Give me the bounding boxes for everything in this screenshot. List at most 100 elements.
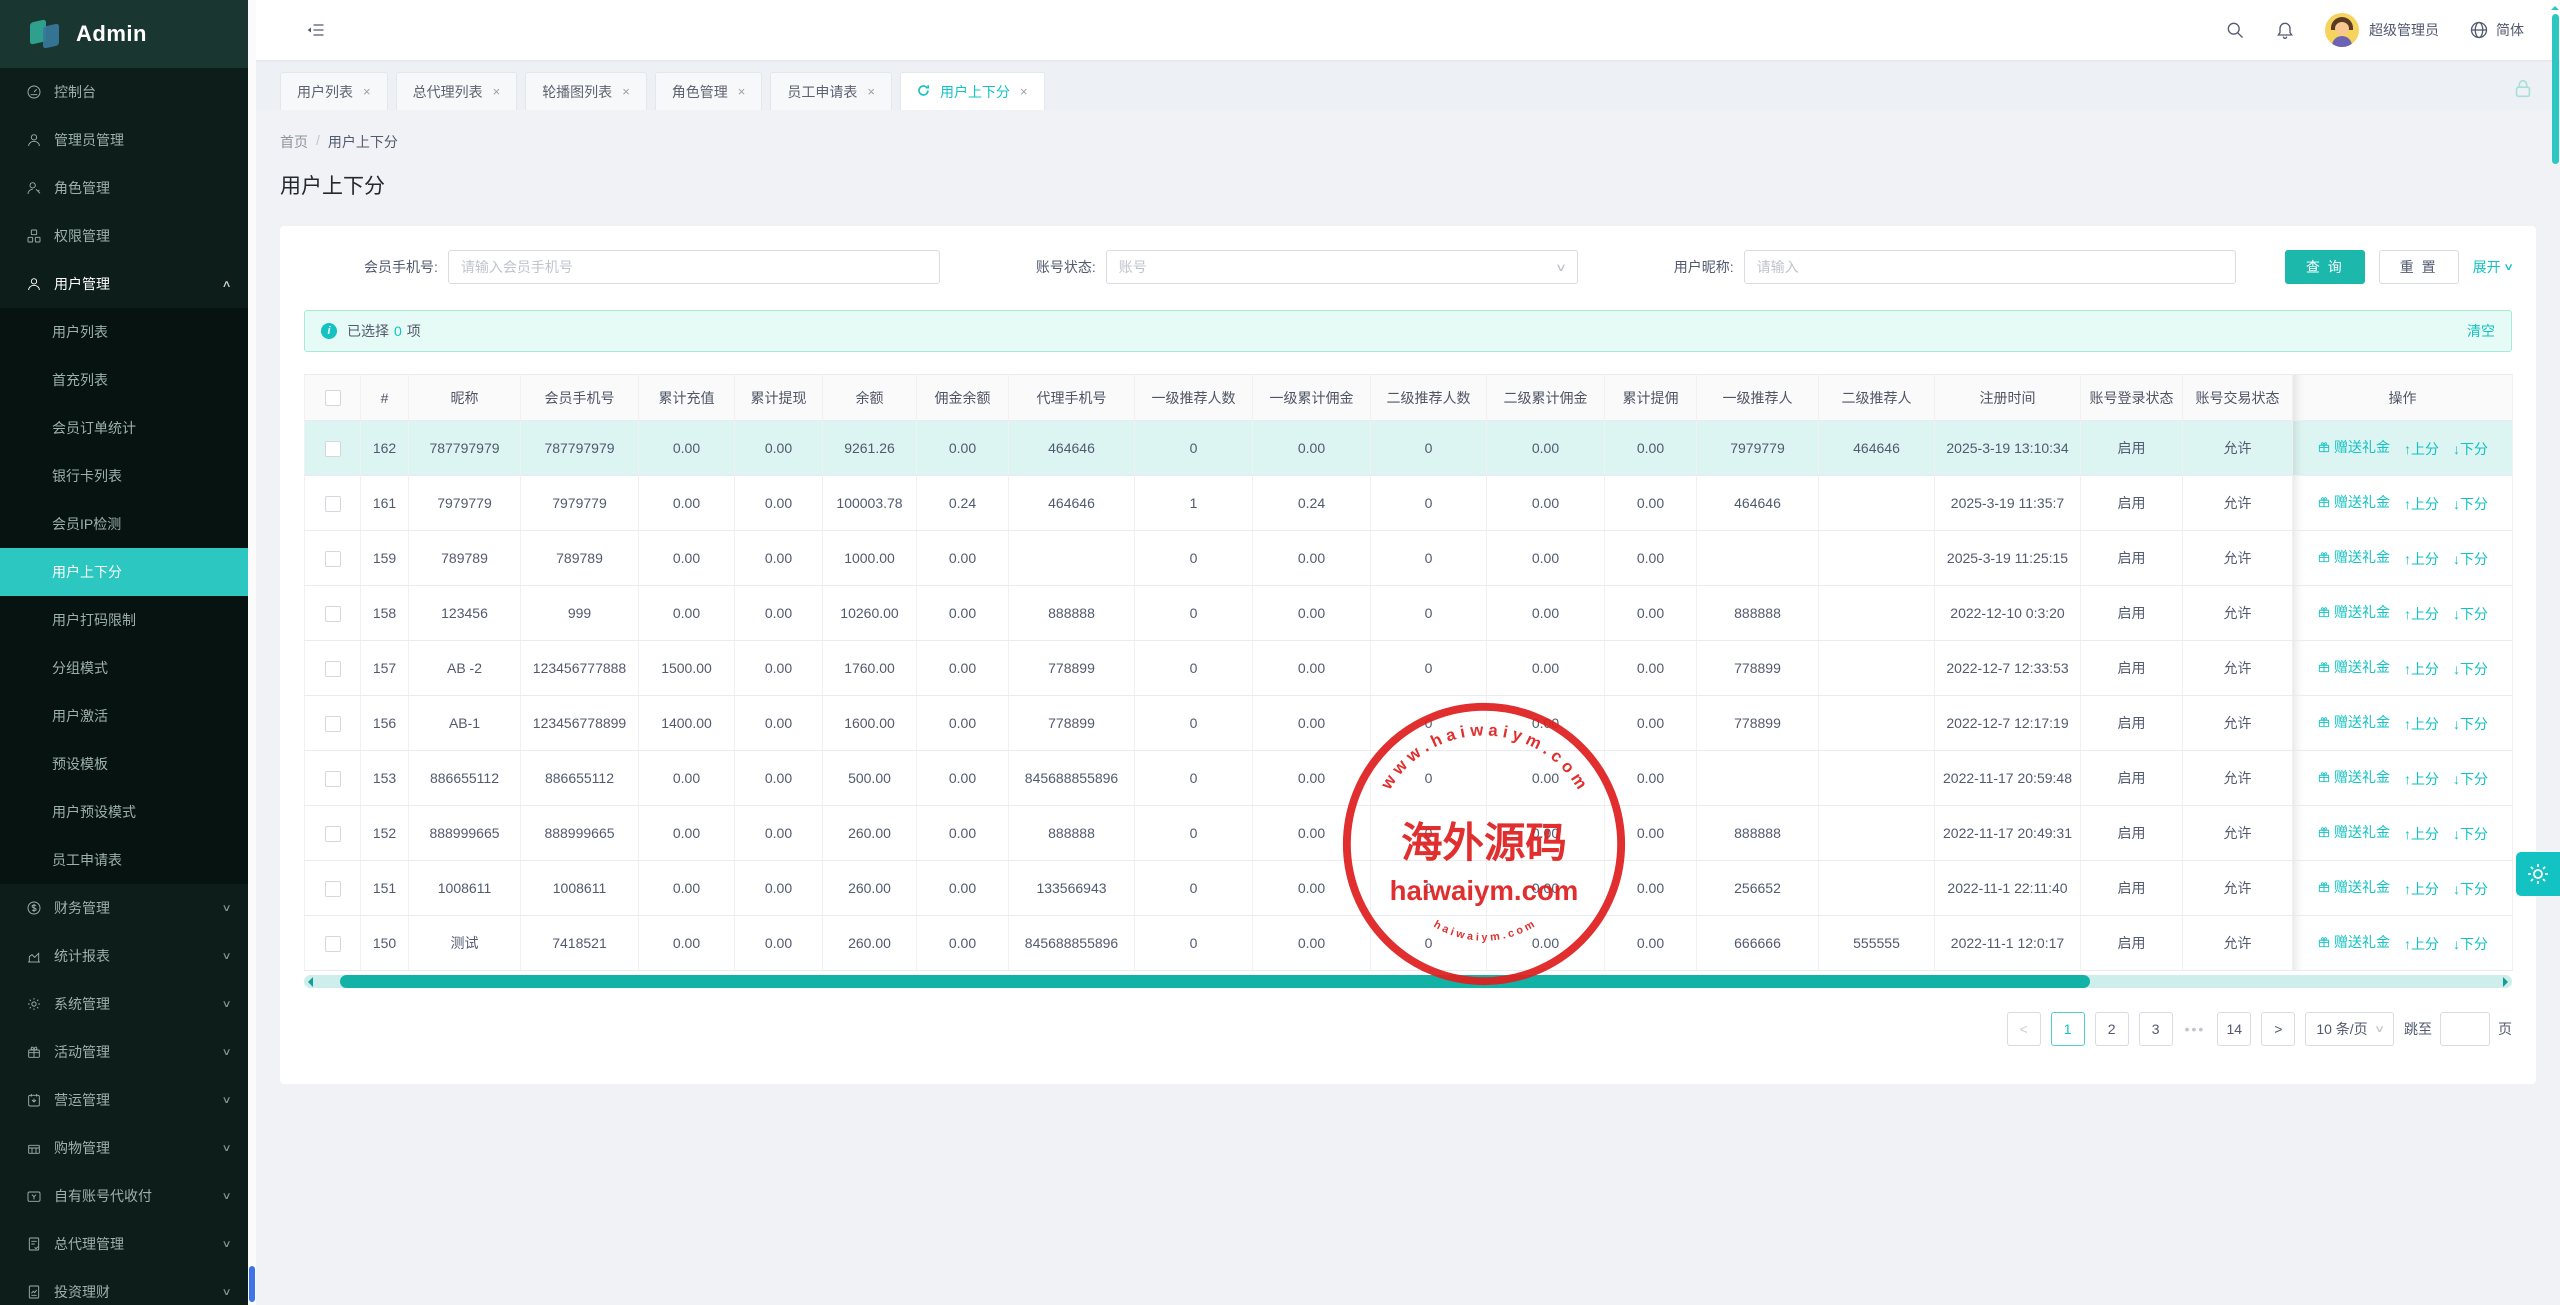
- add-points-link[interactable]: ↑上分: [2404, 714, 2439, 734]
- sidebar-item-invest[interactable]: 投资理财 ∨: [0, 1268, 248, 1305]
- row-checkbox[interactable]: [324, 660, 341, 677]
- sidebar-subitem[interactable]: 会员IP检测: [0, 500, 248, 548]
- add-points-link[interactable]: ↑上分: [2404, 494, 2439, 514]
- member-phone-input[interactable]: [447, 250, 940, 284]
- add-points-link[interactable]: ↑上分: [2404, 769, 2439, 789]
- row-checkbox[interactable]: [324, 440, 341, 457]
- close-icon[interactable]: ×: [1020, 84, 1028, 99]
- clear-selection-link[interactable]: 清空: [2467, 321, 2495, 341]
- page-scrollbar[interactable]: [2551, 0, 2560, 1305]
- row-checkbox[interactable]: [324, 825, 341, 842]
- nickname-input[interactable]: [1743, 250, 2236, 284]
- gift-bonus-link[interactable]: 赠送礼金: [2317, 932, 2390, 952]
- page-button-14[interactable]: 14: [2217, 1012, 2252, 1046]
- next-page-button[interactable]: >: [2261, 1012, 2296, 1046]
- page-jump-input[interactable]: [2440, 1012, 2490, 1046]
- scroll-up-arrow-icon[interactable]: [2551, 2, 2559, 10]
- sidebar-item-admin-mgmt[interactable]: 管理员管理: [0, 116, 248, 164]
- tab-员工申请表[interactable]: 员工申请表 ×: [770, 72, 892, 110]
- breadcrumb-home[interactable]: 首页: [280, 132, 308, 152]
- collapse-menu-icon[interactable]: [306, 20, 326, 40]
- expand-toggle[interactable]: 展开 ∨: [2473, 257, 2514, 277]
- prev-page-button[interactable]: <: [2006, 1012, 2041, 1046]
- app-logo[interactable]: Admin: [0, 0, 248, 68]
- page-button-2[interactable]: 2: [2094, 1012, 2129, 1046]
- page-size-select[interactable]: 10 条/页 ∨: [2305, 1012, 2394, 1046]
- gift-bonus-link[interactable]: 赠送礼金: [2317, 437, 2390, 457]
- row-checkbox[interactable]: [324, 880, 341, 897]
- scroll-left-arrow-icon[interactable]: [308, 977, 313, 987]
- deduct-points-link[interactable]: ↓下分: [2453, 934, 2488, 954]
- lock-icon[interactable]: [2512, 78, 2534, 100]
- deduct-points-link[interactable]: ↓下分: [2453, 879, 2488, 899]
- reset-button[interactable]: 重 置: [2378, 250, 2459, 284]
- refresh-icon[interactable]: [917, 84, 930, 100]
- select-all-checkbox[interactable]: [324, 390, 341, 407]
- close-icon[interactable]: ×: [867, 84, 875, 99]
- deduct-points-link[interactable]: ↓下分: [2453, 769, 2488, 789]
- page-button-1[interactable]: 1: [2050, 1012, 2085, 1046]
- add-points-link[interactable]: ↑上分: [2404, 879, 2439, 899]
- page-button-3[interactable]: 3: [2138, 1012, 2173, 1046]
- sidebar-subitem[interactable]: 用户上下分: [0, 548, 248, 596]
- tab-用户列表[interactable]: 用户列表 ×: [280, 72, 388, 110]
- user-menu[interactable]: 超级管理员: [2325, 13, 2439, 47]
- account-status-select[interactable]: 账号 ∨: [1105, 250, 1578, 284]
- add-points-link[interactable]: ↑上分: [2404, 549, 2439, 569]
- row-checkbox[interactable]: [324, 605, 341, 622]
- deduct-points-link[interactable]: ↓下分: [2453, 659, 2488, 679]
- language-switcher[interactable]: 简体: [2469, 20, 2524, 40]
- page-ellipsis[interactable]: •••: [2183, 1021, 2208, 1037]
- row-checkbox[interactable]: [324, 715, 341, 732]
- scroll-right-arrow-icon[interactable]: [2503, 977, 2508, 987]
- sidebar-item-role-mgmt[interactable]: 角色管理: [0, 164, 248, 212]
- add-points-link[interactable]: ↑上分: [2404, 604, 2439, 624]
- row-checkbox[interactable]: [324, 495, 341, 512]
- add-points-link[interactable]: ↑上分: [2404, 659, 2439, 679]
- deduct-points-link[interactable]: ↓下分: [2453, 604, 2488, 624]
- close-icon[interactable]: ×: [493, 84, 501, 99]
- sidebar-item-report[interactable]: 统计报表 ∨: [0, 932, 248, 980]
- sidebar-subitem[interactable]: 用户列表: [0, 308, 248, 356]
- sidebar-item-shopping-mgmt[interactable]: 购物管理 ∨: [0, 1124, 248, 1172]
- deduct-points-link[interactable]: ↓下分: [2453, 549, 2488, 569]
- tab-用户上下分[interactable]: 用户上下分 ×: [899, 72, 1045, 110]
- sidebar-item-own-account-pay[interactable]: 自有账号代收付 ∨: [0, 1172, 248, 1220]
- add-points-link[interactable]: ↑上分: [2404, 824, 2439, 844]
- sidebar-subitem[interactable]: 首充列表: [0, 356, 248, 404]
- sidebar-subitem[interactable]: 会员订单统计: [0, 404, 248, 452]
- sidebar-item-activity-mgmt[interactable]: 活动管理 ∨: [0, 1028, 248, 1076]
- deduct-points-link[interactable]: ↓下分: [2453, 714, 2488, 734]
- tab-总代理列表[interactable]: 总代理列表 ×: [395, 72, 518, 110]
- horizontal-scrollbar[interactable]: [304, 975, 2512, 988]
- sidebar-item-dashboard[interactable]: 控制台: [0, 68, 248, 116]
- sidebar-subitem[interactable]: 预设模板: [0, 740, 248, 788]
- sidebar-item-permission-mgmt[interactable]: 权限管理: [0, 212, 248, 260]
- deduct-points-link[interactable]: ↓下分: [2453, 494, 2488, 514]
- sidebar-item-finance-mgmt[interactable]: 财务管理 ∨: [0, 884, 248, 932]
- search-button[interactable]: 查 询: [2284, 250, 2365, 284]
- horizontal-scrollbar-thumb[interactable]: [340, 975, 2090, 988]
- close-icon[interactable]: ×: [738, 84, 746, 99]
- sidebar-scrollbar-thumb[interactable]: [249, 1266, 255, 1302]
- add-points-link[interactable]: ↑上分: [2404, 934, 2439, 954]
- gift-bonus-link[interactable]: 赠送礼金: [2317, 657, 2390, 677]
- gift-bonus-link[interactable]: 赠送礼金: [2317, 602, 2390, 622]
- sidebar-subitem[interactable]: 用户激活: [0, 692, 248, 740]
- settings-gear-button[interactable]: [2516, 852, 2560, 896]
- row-checkbox[interactable]: [324, 550, 341, 567]
- deduct-points-link[interactable]: ↓下分: [2453, 824, 2488, 844]
- close-icon[interactable]: ×: [622, 84, 630, 99]
- sidebar-subitem[interactable]: 银行卡列表: [0, 452, 248, 500]
- sidebar-scrollbar[interactable]: [248, 0, 256, 1305]
- tab-轮播图列表[interactable]: 轮播图列表 ×: [525, 72, 647, 110]
- sidebar-subitem[interactable]: 用户打码限制: [0, 596, 248, 644]
- gift-bonus-link[interactable]: 赠送礼金: [2317, 492, 2390, 512]
- sidebar-subitem[interactable]: 用户预设模式: [0, 788, 248, 836]
- sidebar-subitem[interactable]: 分组模式: [0, 644, 248, 692]
- deduct-points-link[interactable]: ↓下分: [2453, 439, 2488, 459]
- tab-角色管理[interactable]: 角色管理 ×: [654, 72, 763, 110]
- sidebar-item-system-mgmt[interactable]: 系统管理 ∨: [0, 980, 248, 1028]
- sidebar-item-user-mgmt[interactable]: 用户管理 ∧: [0, 260, 248, 308]
- sidebar-item-agent-mgmt[interactable]: 总代理管理 ∨: [0, 1220, 248, 1268]
